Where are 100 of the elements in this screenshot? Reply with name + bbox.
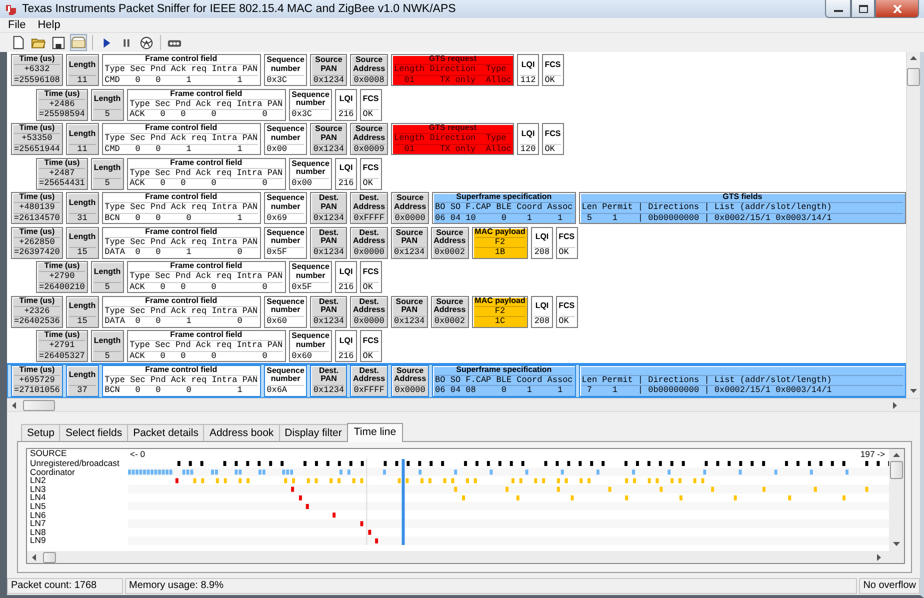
field-value: OK — [544, 74, 561, 85]
scroll-down-arrow-icon[interactable] — [910, 389, 917, 394]
field-header: Frame control field — [144, 228, 218, 236]
field-header: MAC payload — [474, 296, 526, 306]
field-header: FCS — [362, 93, 379, 105]
field-value: 0x1234 — [313, 144, 344, 154]
field-value: 01 TX only Alloc — [394, 144, 512, 154]
scroll-thumb[interactable] — [907, 68, 920, 86]
packet-row[interactable]: Time (us) +2487 =25654431 Length 5 Frame control field Type Sec Pnd Ack req Intra PAN ACK 0 0 0 0 Sequence number 0x00 LQI 216 FCS OK — [7, 156, 906, 191]
field-value: BCN 0 0 0 1 — [104, 212, 258, 223]
vertical-scrollbar[interactable] — [906, 52, 920, 398]
field-header: Source PAN — [314, 55, 344, 74]
field-header: Length — [68, 58, 96, 71]
tab[interactable]: Select fields — [59, 424, 128, 441]
field-value: CMD 0 0 1 1 — [104, 74, 258, 85]
field-value: 216 — [338, 178, 354, 188]
scroll-up-arrow-icon[interactable] — [910, 56, 917, 61]
range-label: 197 -> — [860, 450, 885, 458]
field-header: Time (us) — [18, 296, 56, 306]
field-value: =26400210 — [39, 282, 85, 292]
field-header: Length — [68, 196, 96, 209]
field-value: Length Direction Type — [394, 133, 512, 144]
scroll-left-arrow-icon[interactable] — [32, 554, 37, 560]
horizontal-scrollbar[interactable] — [27, 551, 904, 563]
scroll-right-arrow-icon[interactable] — [893, 402, 898, 408]
minimize-button[interactable] — [825, 0, 851, 18]
field-header: Time (us) — [18, 55, 56, 64]
field-value: Type Sec Pnd Ack req Intra PAN — [104, 202, 258, 212]
field-value: +2487 — [39, 168, 85, 178]
save-icon[interactable] — [51, 34, 66, 50]
close-button[interactable] — [875, 0, 919, 18]
field-header: Length — [68, 128, 96, 140]
field-header: LQI — [520, 58, 536, 71]
field-value: =25596108 — [14, 74, 60, 85]
scroll-right-arrow-icon[interactable] — [877, 554, 882, 560]
scroll-thumb[interactable] — [890, 461, 903, 479]
field-header: Sequence number — [292, 262, 330, 282]
field-value: Len Permit | Directions | List (addr/slot/length) — [582, 374, 903, 385]
field-value: 0x5F — [292, 282, 330, 292]
maximize-button[interactable] — [851, 0, 875, 18]
field-header: GTS fields — [722, 193, 764, 202]
scroll-down-arrow-icon[interactable] — [893, 542, 900, 547]
field-value: +2791 — [39, 340, 85, 350]
lane-label: LN6 — [30, 510, 47, 520]
scroll-thumb[interactable] — [23, 400, 55, 410]
field-header: Dest. Address — [353, 193, 386, 212]
field-header: Superframe specification — [455, 366, 553, 374]
menu-item[interactable]: Help — [38, 18, 60, 32]
field-value: OK — [362, 350, 379, 361]
field-value: 0x3C — [266, 74, 304, 85]
new-document-icon[interactable] — [11, 34, 26, 50]
tab[interactable]: Packet details — [127, 424, 204, 441]
packet-row[interactable] — [7, 364, 906, 398]
tab[interactable]: Display filter — [278, 424, 348, 441]
tab[interactable]: Address book — [203, 424, 280, 441]
scroll-up-arrow-icon[interactable] — [893, 453, 900, 458]
field-header: FCS — [558, 300, 575, 312]
packet-row[interactable]: Time (us) +2486 =25598594 Length 5 Frame control field Type Sec Pnd Ack req Intra PAN ACK 0 0 0 0 Sequence number 0x3C LQI 216 FCS OK — [7, 88, 906, 122]
field-value: Len Permit | Directions | List (addr/slot/length) — [582, 202, 903, 212]
field-header: Length — [94, 93, 121, 105]
field-header: Dest. Address — [353, 228, 386, 247]
field-value: =26405327 — [39, 350, 85, 361]
field-header: Source Address — [434, 296, 466, 316]
field-header: Dest. Address — [353, 366, 386, 385]
lane-label: LN5 — [30, 502, 47, 511]
field-value: +2486 — [39, 98, 85, 109]
tab[interactable]: Setup — [21, 424, 60, 441]
field-header: Time (us) — [18, 124, 56, 133]
field-value: BO SO F.CAP BLE Coord Assoc — [435, 374, 573, 385]
field-value: F2 — [474, 306, 526, 316]
field-value: 0x1234 — [394, 247, 425, 258]
tab[interactable]: Time line — [346, 423, 404, 442]
field-value: 0x69 — [266, 212, 304, 223]
field-value: 0x60 — [292, 350, 330, 361]
scroll-left-arrow-icon[interactable] — [12, 402, 17, 408]
packet-row[interactable]: Time (us) +2790 =26400210 Length 5 Frame control field Type Sec Pnd Ack req Intra PAN ACK 0 0 0 0 Sequence number 0x5F LQI 216 FCS OK — [7, 260, 906, 294]
field-header: Length — [68, 369, 96, 381]
vertical-scrollbar[interactable] — [889, 449, 904, 551]
packet-row[interactable]: Time (us) +2791 =26405327 Length 5 Frame control field Type Sec Pnd Ack req Intra PAN ACK 0 0 0 0 Sequence number 0x60 LQI 216 FCS OK — [7, 329, 906, 364]
field-value: 06 04 08 0 1 1 — [435, 385, 573, 396]
field-value: +6332 — [14, 64, 60, 74]
scroll-thumb[interactable] — [43, 552, 56, 562]
horizontal-scrollbar[interactable] — [7, 398, 920, 411]
field-value: 216 — [338, 350, 354, 361]
field-value: 208 — [534, 316, 550, 326]
field-value: OK — [558, 316, 575, 326]
field-value: 216 — [338, 282, 354, 292]
field-header: Source PAN — [394, 296, 424, 316]
lane-label: LN3 — [30, 484, 47, 494]
field-value: ACK 0 0 0 0 — [130, 282, 283, 292]
field-header: Frame control field — [169, 262, 244, 271]
field-header: Dest. Address — [353, 296, 386, 316]
menu-item[interactable]: File — [8, 18, 26, 32]
field-value: 15 — [68, 247, 96, 258]
field-header: Length — [94, 162, 121, 174]
field-header: Sequence number — [266, 55, 304, 74]
field-header: Sequence number — [266, 228, 304, 247]
field-value: 0x5F — [266, 247, 304, 258]
sphere-icon[interactable] — [139, 34, 154, 50]
field-header: Source Address — [434, 228, 466, 247]
